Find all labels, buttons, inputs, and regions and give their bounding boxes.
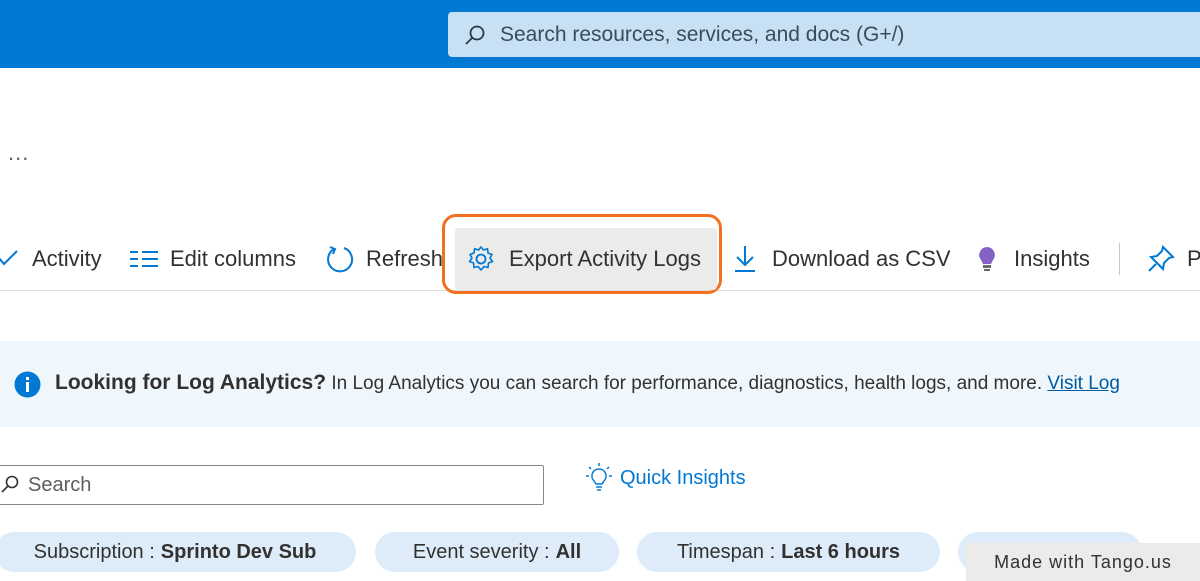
tango-watermark: Made with Tango.us (966, 543, 1200, 581)
export-activity-logs-button[interactable]: Export Activity Logs (455, 228, 717, 290)
download-csv-button[interactable]: Download as CSV (734, 228, 951, 290)
pill-key: Timespan : (676, 540, 776, 563)
pin-icon (1148, 245, 1175, 272)
pill-value: Last 6 hours (781, 540, 901, 563)
banner-description: In Log Analytics you can search for perf… (326, 373, 1048, 394)
insights-label: Insights (1014, 246, 1090, 271)
edit-columns-icon (130, 251, 158, 267)
global-search-input[interactable]: Search resources, services, and docs (G+… (448, 12, 1200, 57)
refresh-label: Refresh (366, 246, 444, 271)
download-csv-label: Download as CSV (772, 246, 951, 271)
search-icon (465, 25, 485, 45)
pill-key: Event severity : (412, 540, 550, 563)
info-icon (14, 371, 41, 398)
gear-icon (468, 246, 494, 271)
checkmark-icon (0, 250, 18, 266)
pin-button[interactable]: P (1147, 228, 1200, 290)
activity-button[interactable]: Activity (0, 228, 102, 290)
insights-button[interactable]: Insights (976, 228, 1090, 290)
pill-value: Sprinto Dev Sub (160, 540, 317, 563)
quick-insights-link[interactable]: Quick Insights (586, 462, 746, 494)
subscription-filter-pill[interactable]: Subscription : Sprinto Dev Sub (0, 532, 356, 572)
banner-text: Looking for Log Analytics? In Log Analyt… (55, 371, 1120, 395)
log-analytics-banner: Looking for Log Analytics? In Log Analyt… (0, 341, 1200, 427)
banner-title: Looking for Log Analytics? (55, 371, 327, 394)
lightbulb-icon (979, 247, 995, 271)
pin-label: P (1187, 246, 1200, 271)
toolbar-separator (1119, 243, 1120, 275)
edit-columns-button[interactable]: Edit columns (130, 228, 296, 290)
activity-search-placeholder: Search (28, 474, 92, 496)
export-activity-logs-label: Export Activity Logs (509, 246, 701, 271)
activity-label: Activity (32, 246, 102, 271)
quick-insights-label: Quick Insights (620, 466, 746, 489)
download-icon (735, 246, 755, 272)
global-search-placeholder: Search resources, services, and docs (G+… (500, 23, 905, 46)
pill-key: Subscription : (33, 540, 155, 563)
more-options-button[interactable]: ... (8, 140, 29, 166)
timespan-filter-pill[interactable]: Timespan : Last 6 hours (637, 532, 940, 572)
activity-search-input[interactable]: Search (0, 465, 544, 505)
pill-value: All (555, 540, 582, 563)
visit-log-analytics-link[interactable]: Visit Log (1047, 373, 1120, 394)
top-bar: Search resources, services, and docs (G+… (0, 0, 1200, 68)
edit-columns-label: Edit columns (170, 246, 296, 271)
search-icon (1, 475, 19, 493)
lightbulb-icon (586, 463, 612, 491)
event-severity-filter-pill[interactable]: Event severity : All (375, 532, 619, 572)
refresh-button[interactable]: Refresh (326, 228, 443, 290)
refresh-icon (327, 246, 354, 273)
